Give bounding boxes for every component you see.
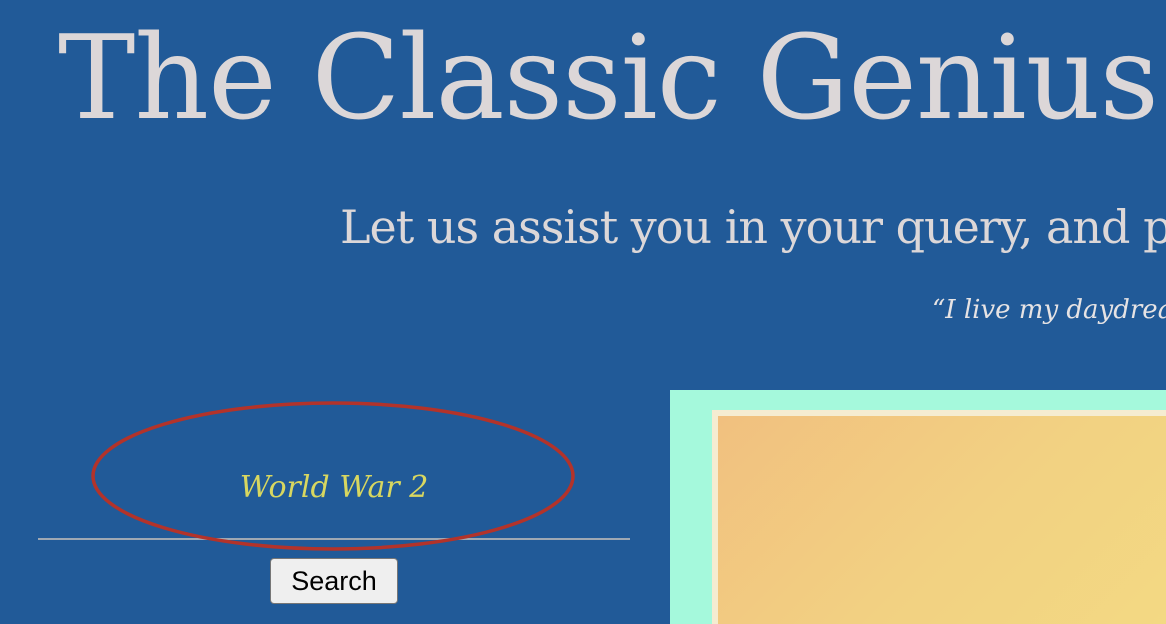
site-quote: “I live my daydrea <box>932 295 1166 325</box>
site-tagline: Let us assist you in your query, and pr <box>340 200 1166 254</box>
search-button[interactable]: Search <box>270 558 398 604</box>
search-area: Search <box>38 390 630 624</box>
featured-image <box>718 416 1166 624</box>
site-title: The Classic Genius <box>58 11 1159 146</box>
search-input[interactable] <box>38 460 630 540</box>
